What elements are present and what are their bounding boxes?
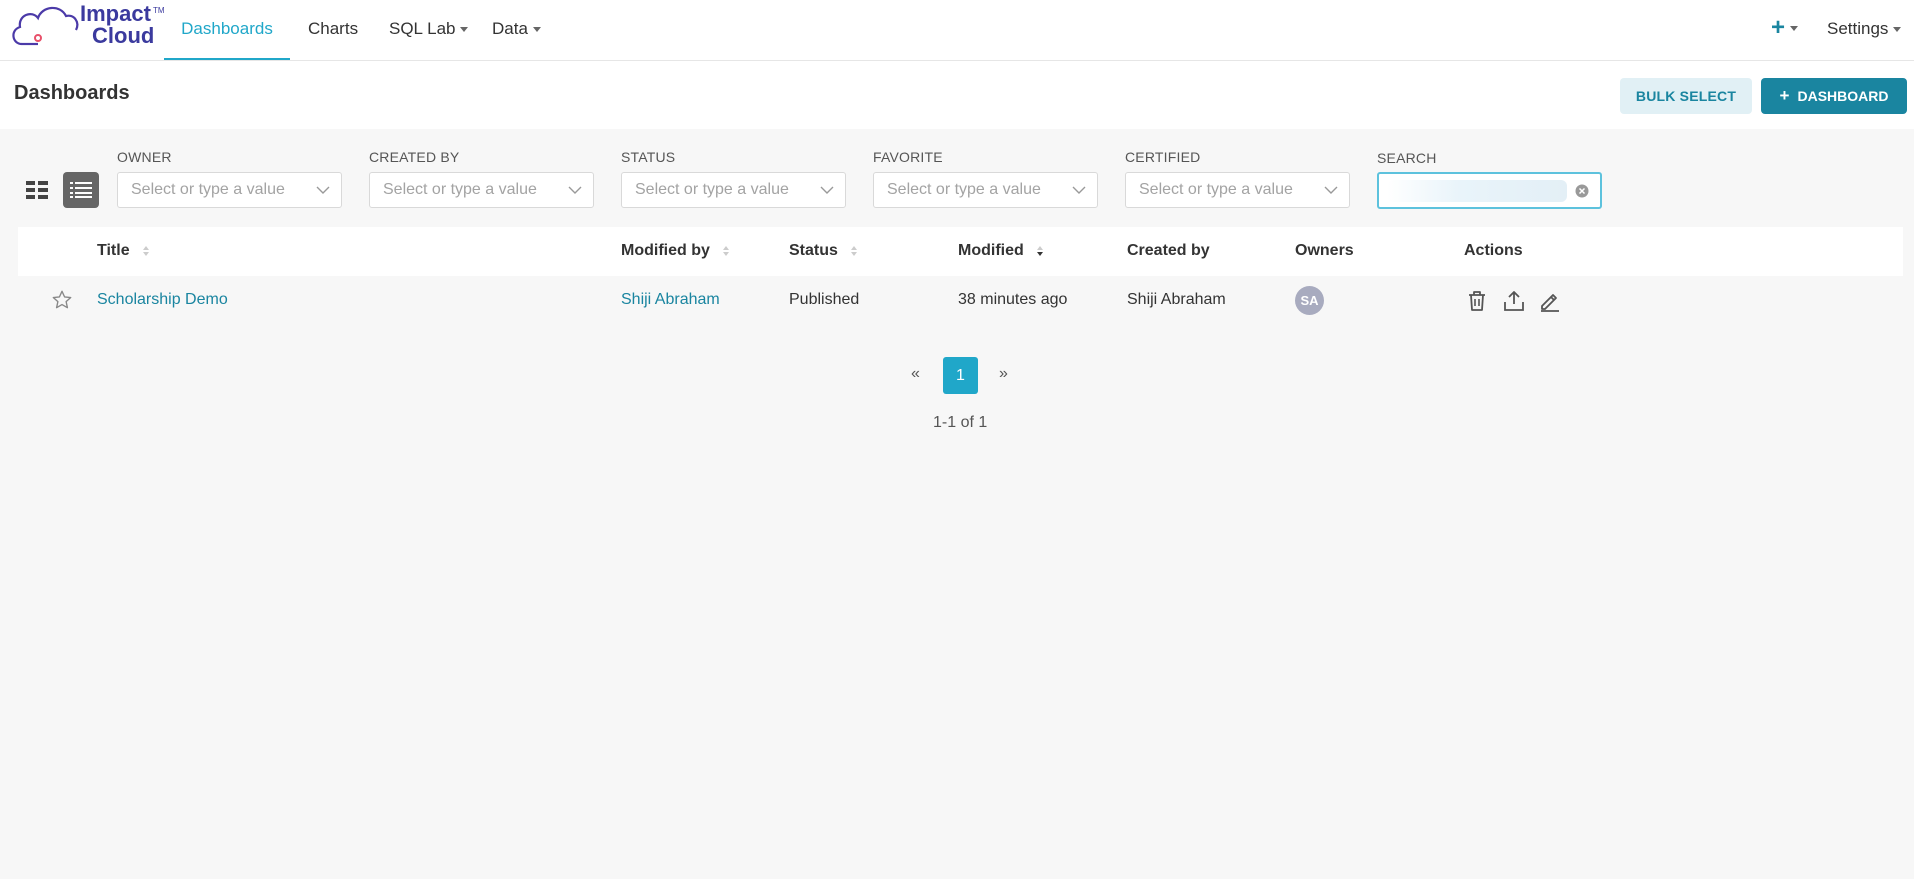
column-modified-by[interactable]: Modified by xyxy=(621,242,730,260)
logo-line-2: Cloud xyxy=(92,23,155,48)
plus-icon: + xyxy=(1771,14,1786,41)
nav-charts[interactable]: Charts xyxy=(308,0,358,60)
column-status[interactable]: Status xyxy=(789,242,858,260)
logo-trademark: TM xyxy=(153,6,165,15)
filter-certified-label: CERTIFIED xyxy=(1125,149,1201,165)
sort-icon xyxy=(723,245,730,256)
page-title: Dashboards xyxy=(14,82,130,104)
filter-owner-label: OWNER xyxy=(117,149,172,165)
column-title-label: Title xyxy=(97,242,130,259)
status-cell: Published xyxy=(789,291,860,308)
column-owners: Owners xyxy=(1295,242,1354,259)
chevron-down-icon xyxy=(1324,186,1338,194)
search-input[interactable] xyxy=(1377,172,1602,209)
search-label: SEARCH xyxy=(1377,150,1437,166)
filter-created-by-placeholder: Select or type a value xyxy=(383,181,537,198)
nav-sql-lab[interactable]: SQL Lab xyxy=(389,0,469,60)
nav-dashboards[interactable]: Dashboards xyxy=(164,0,290,60)
new-item-menu[interactable]: + xyxy=(1771,14,1799,41)
filter-created-by-label: CREATED BY xyxy=(369,149,460,165)
nav-data-label: Data xyxy=(492,19,528,38)
chevron-down-icon xyxy=(1072,186,1086,194)
cloud-logo-icon xyxy=(12,6,79,46)
column-status-label: Status xyxy=(789,242,838,259)
filter-favorite-label: FAVORITE xyxy=(873,149,943,165)
nav-settings-label: Settings xyxy=(1827,19,1889,38)
sort-icon xyxy=(851,245,858,256)
created-by-cell: Shiji Abraham xyxy=(1127,291,1226,308)
column-created-by: Created by xyxy=(1127,242,1210,259)
favorite-star-icon[interactable] xyxy=(51,289,73,311)
search-input-value xyxy=(1387,180,1567,202)
chevron-down-icon xyxy=(820,186,834,194)
column-modified-by-label: Modified by xyxy=(621,242,710,259)
modified-cell: 38 minutes ago xyxy=(958,291,1068,308)
bulk-select-button[interactable]: BULK SELECT xyxy=(1620,78,1752,114)
delete-icon[interactable] xyxy=(1466,289,1488,313)
owner-avatar[interactable]: SA xyxy=(1295,286,1324,315)
filter-certified-placeholder: Select or type a value xyxy=(1139,181,1293,198)
export-icon[interactable] xyxy=(1502,289,1526,313)
logo-line-1: Impact xyxy=(80,1,151,26)
grid-view-icon xyxy=(26,181,48,199)
column-modified-label: Modified xyxy=(958,242,1024,259)
filter-favorite-placeholder: Select or type a value xyxy=(887,181,1041,198)
pagination-page-1[interactable]: 1 xyxy=(943,357,978,394)
sort-descending-icon xyxy=(1037,245,1044,256)
dashboard-title-link[interactable]: Scholarship Demo xyxy=(97,291,228,309)
dashboards-table: Title Modified by Status Modified Create… xyxy=(18,227,1903,326)
filter-favorite-select[interactable]: Select or type a value xyxy=(873,172,1098,208)
table-header: Title Modified by Status Modified Create… xyxy=(18,227,1903,276)
sort-icon xyxy=(143,245,150,256)
card-view-toggle[interactable] xyxy=(23,173,51,207)
nav-settings[interactable]: Settings xyxy=(1827,0,1902,60)
pagination-prev[interactable]: « xyxy=(911,365,920,383)
column-title[interactable]: Title xyxy=(97,242,150,260)
column-actions: Actions xyxy=(1464,242,1523,259)
edit-pencil-icon[interactable] xyxy=(1538,289,1562,313)
filter-certified-select[interactable]: Select or type a value xyxy=(1125,172,1350,208)
logo-wordmark: Impact Cloud xyxy=(80,3,154,47)
column-modified[interactable]: Modified xyxy=(958,242,1044,260)
modified-by-link[interactable]: Shiji Abraham xyxy=(621,291,720,309)
impact-cloud-logo[interactable]: Impact Cloud TM xyxy=(8,0,165,54)
caret-down-icon xyxy=(1790,26,1799,32)
nav-sql-lab-label: SQL Lab xyxy=(389,19,456,38)
caret-down-icon xyxy=(532,27,541,33)
plus-icon: + xyxy=(1779,86,1790,105)
caret-down-icon xyxy=(1893,27,1902,33)
caret-down-icon xyxy=(460,27,469,33)
chevron-down-icon xyxy=(568,186,582,194)
list-view-icon xyxy=(70,182,92,198)
chevron-down-icon xyxy=(316,186,330,194)
top-navbar: Impact Cloud TM Dashboards Charts SQL La… xyxy=(0,0,1914,61)
list-view-toggle[interactable] xyxy=(63,172,99,208)
clear-search-icon[interactable] xyxy=(1575,184,1589,198)
filter-owner-placeholder: Select or type a value xyxy=(131,181,285,198)
filter-status-placeholder: Select or type a value xyxy=(635,181,789,198)
page-header: Dashboards BULK SELECT + DASHBOARD xyxy=(0,61,1914,129)
nav-data[interactable]: Data xyxy=(492,0,541,60)
filter-created-by-select[interactable]: Select or type a value xyxy=(369,172,594,208)
filter-owner-select[interactable]: Select or type a value xyxy=(117,172,342,208)
pagination-count: 1-1 of 1 xyxy=(933,414,988,431)
filter-status-label: STATUS xyxy=(621,149,676,165)
new-dashboard-button[interactable]: + DASHBOARD xyxy=(1761,78,1907,114)
new-dashboard-label: DASHBOARD xyxy=(1797,88,1889,104)
filter-status-select[interactable]: Select or type a value xyxy=(621,172,846,208)
pagination-next[interactable]: » xyxy=(999,365,1008,383)
table-row: Scholarship Demo Shiji Abraham Published… xyxy=(18,276,1903,326)
